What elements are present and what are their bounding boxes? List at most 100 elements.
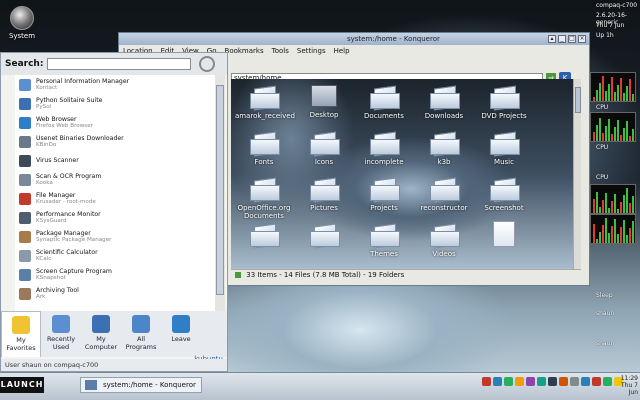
cpu-graph-bar <box>626 188 628 213</box>
cpu-graph-bar <box>629 79 631 101</box>
file-item[interactable]: k3b <box>415 129 473 166</box>
cpu-graph-bar <box>623 220 625 243</box>
cpu-graph-bar <box>608 208 610 213</box>
tray-icon[interactable] <box>482 377 491 386</box>
app-description: Firefox Web Browser <box>36 122 93 129</box>
menu-help[interactable]: Help <box>334 45 350 57</box>
desktop-folder-icon <box>311 85 337 107</box>
cpu-graph-bar <box>608 84 610 101</box>
minimize-icon[interactable]: _ <box>558 35 566 43</box>
desktop-system-icon[interactable]: System <box>4 6 40 40</box>
file-item[interactable]: reconstructor <box>415 175 473 212</box>
cpu-graph-bar <box>632 129 634 141</box>
app-description: KCalc <box>36 255 52 262</box>
list-item[interactable]: Archiving Tool Ark <box>15 284 215 303</box>
close-icon[interactable]: × <box>578 35 586 43</box>
list-item[interactable]: Performance Monitor KSysGuard <box>15 208 215 227</box>
file-item[interactable]: Videos <box>415 221 473 258</box>
search-icon[interactable] <box>199 56 216 72</box>
list-item[interactable]: Usenet Binaries Downloader KBinDo <box>15 132 215 151</box>
list-item[interactable]: Python Solitaire Suite PySol <box>15 94 215 113</box>
tray-icon[interactable] <box>537 377 546 386</box>
tray-icon[interactable] <box>515 377 524 386</box>
file-item[interactable]: Projects <box>355 175 413 212</box>
list-item[interactable]: Scan & OCR Program Kooka <box>15 170 215 189</box>
tray-icon[interactable] <box>570 377 579 386</box>
list-item[interactable]: Web Browser Firefox Web Browser <box>15 113 215 132</box>
app-name: Personal Information Manager <box>36 77 130 85</box>
tray-icon[interactable] <box>559 377 568 386</box>
file-item[interactable]: Desktop <box>295 83 353 119</box>
menu-settings[interactable]: Settings <box>297 45 326 57</box>
menu-tools[interactable]: Tools <box>272 45 289 57</box>
cpu-graph-bar <box>614 219 616 243</box>
tab-clock[interactable]: Recently Used <box>41 311 81 357</box>
taskbar: LAUNCH system:/home - Konqueror 11:29 Th… <box>0 372 640 400</box>
app-name: Scan & OCR Program <box>36 172 102 180</box>
app-icon <box>19 287 31 300</box>
list-item[interactable]: Scientific Calculator KCalc <box>15 246 215 265</box>
app-description: PySol <box>36 103 52 110</box>
file-item[interactable]: amarok_received <box>235 83 295 120</box>
cpu-graph-bar <box>599 83 601 101</box>
file-item[interactable]: Pictures <box>295 175 353 212</box>
tray-icon[interactable] <box>581 377 590 386</box>
kickoff-menu: Search: Personal Information Manager Kont… <box>0 52 228 372</box>
tab-computer[interactable]: My Computer <box>81 311 121 357</box>
file-item[interactable]: Themes <box>355 221 413 258</box>
file-view-scrollbar[interactable] <box>573 79 581 269</box>
tray-icon[interactable] <box>592 377 601 386</box>
tab-star[interactable]: My Favorites <box>1 311 41 357</box>
tray-icon[interactable] <box>526 377 535 386</box>
app-name: Package Manager <box>36 229 91 237</box>
tab-grid[interactable]: All Programs <box>121 311 161 357</box>
cpu-graph-bar <box>605 126 607 141</box>
launch-button[interactable]: LAUNCH <box>0 377 44 393</box>
list-item[interactable]: Package Manager Synaptic Package Manager <box>15 227 215 246</box>
tab-label: All Programs <box>125 335 157 351</box>
taskbar-window-button[interactable]: system:/home - Konqueror <box>80 377 202 393</box>
file-item[interactable]: Fonts <box>235 129 293 166</box>
scrollbar-thumb[interactable] <box>575 87 581 113</box>
clock[interactable]: 11:29 Thu 7 Jun <box>610 375 638 396</box>
file-item[interactable]: Screenshot <box>475 175 533 212</box>
file-item[interactable]: Downloads <box>415 83 473 120</box>
search-input[interactable] <box>47 58 192 70</box>
konqueror-titlebar[interactable]: system:/home - Konqueror ▴ _ □ × <box>119 33 589 45</box>
list-item[interactable]: Screen Capture Program KSnapshot <box>15 265 215 284</box>
cpu-graph-bar <box>605 91 607 101</box>
maximize-icon[interactable]: □ <box>568 35 576 43</box>
folder-icon <box>250 221 280 247</box>
tray-icon[interactable] <box>493 377 502 386</box>
menu-bookmarks[interactable]: Bookmarks <box>225 45 264 57</box>
file-item[interactable] <box>295 221 353 250</box>
file-item[interactable] <box>235 221 293 250</box>
cpu-graph-bar <box>593 224 595 243</box>
monitor-line: shaun <box>596 340 615 347</box>
cpu-graph-bar <box>611 226 613 243</box>
status-bar: 33 Items - 14 Files (7.8 MB Total) - 19 … <box>231 269 581 280</box>
favorites-scrollbar[interactable] <box>215 75 225 311</box>
app-name: File Manager <box>36 191 76 199</box>
file-item[interactable]: incomplete <box>355 129 413 166</box>
shade-icon[interactable]: ▴ <box>548 35 556 43</box>
file-item[interactable]: Music <box>475 129 533 166</box>
file-item[interactable] <box>475 221 533 250</box>
list-item[interactable]: File Manager Krusader - root-mode <box>15 189 215 208</box>
monitor-line: Up 1h <box>596 32 614 39</box>
file-item[interactable]: DVD Projects <box>475 83 533 120</box>
list-item[interactable]: Personal Information Manager Kontact <box>15 75 215 94</box>
app-name: Performance Monitor <box>36 210 101 218</box>
app-name: Screen Capture Program <box>36 267 112 275</box>
file-item[interactable]: Documents <box>355 83 413 120</box>
tab-leave[interactable]: Leave <box>161 311 201 357</box>
tray-icon[interactable] <box>548 377 557 386</box>
favorites-scrollbar-thumb[interactable] <box>216 85 224 295</box>
file-item[interactable]: Icons <box>295 129 353 166</box>
cpu-graph-bar <box>596 192 598 213</box>
file-item-label: DVD Projects <box>481 112 527 120</box>
list-item[interactable]: Virus Scanner <box>15 151 215 170</box>
file-item[interactable]: OpenOffice.org Documents <box>235 175 293 220</box>
tray-icon[interactable] <box>504 377 513 386</box>
file-view[interactable]: amarok_received Desktop Documents Downloads… <box>231 79 581 269</box>
